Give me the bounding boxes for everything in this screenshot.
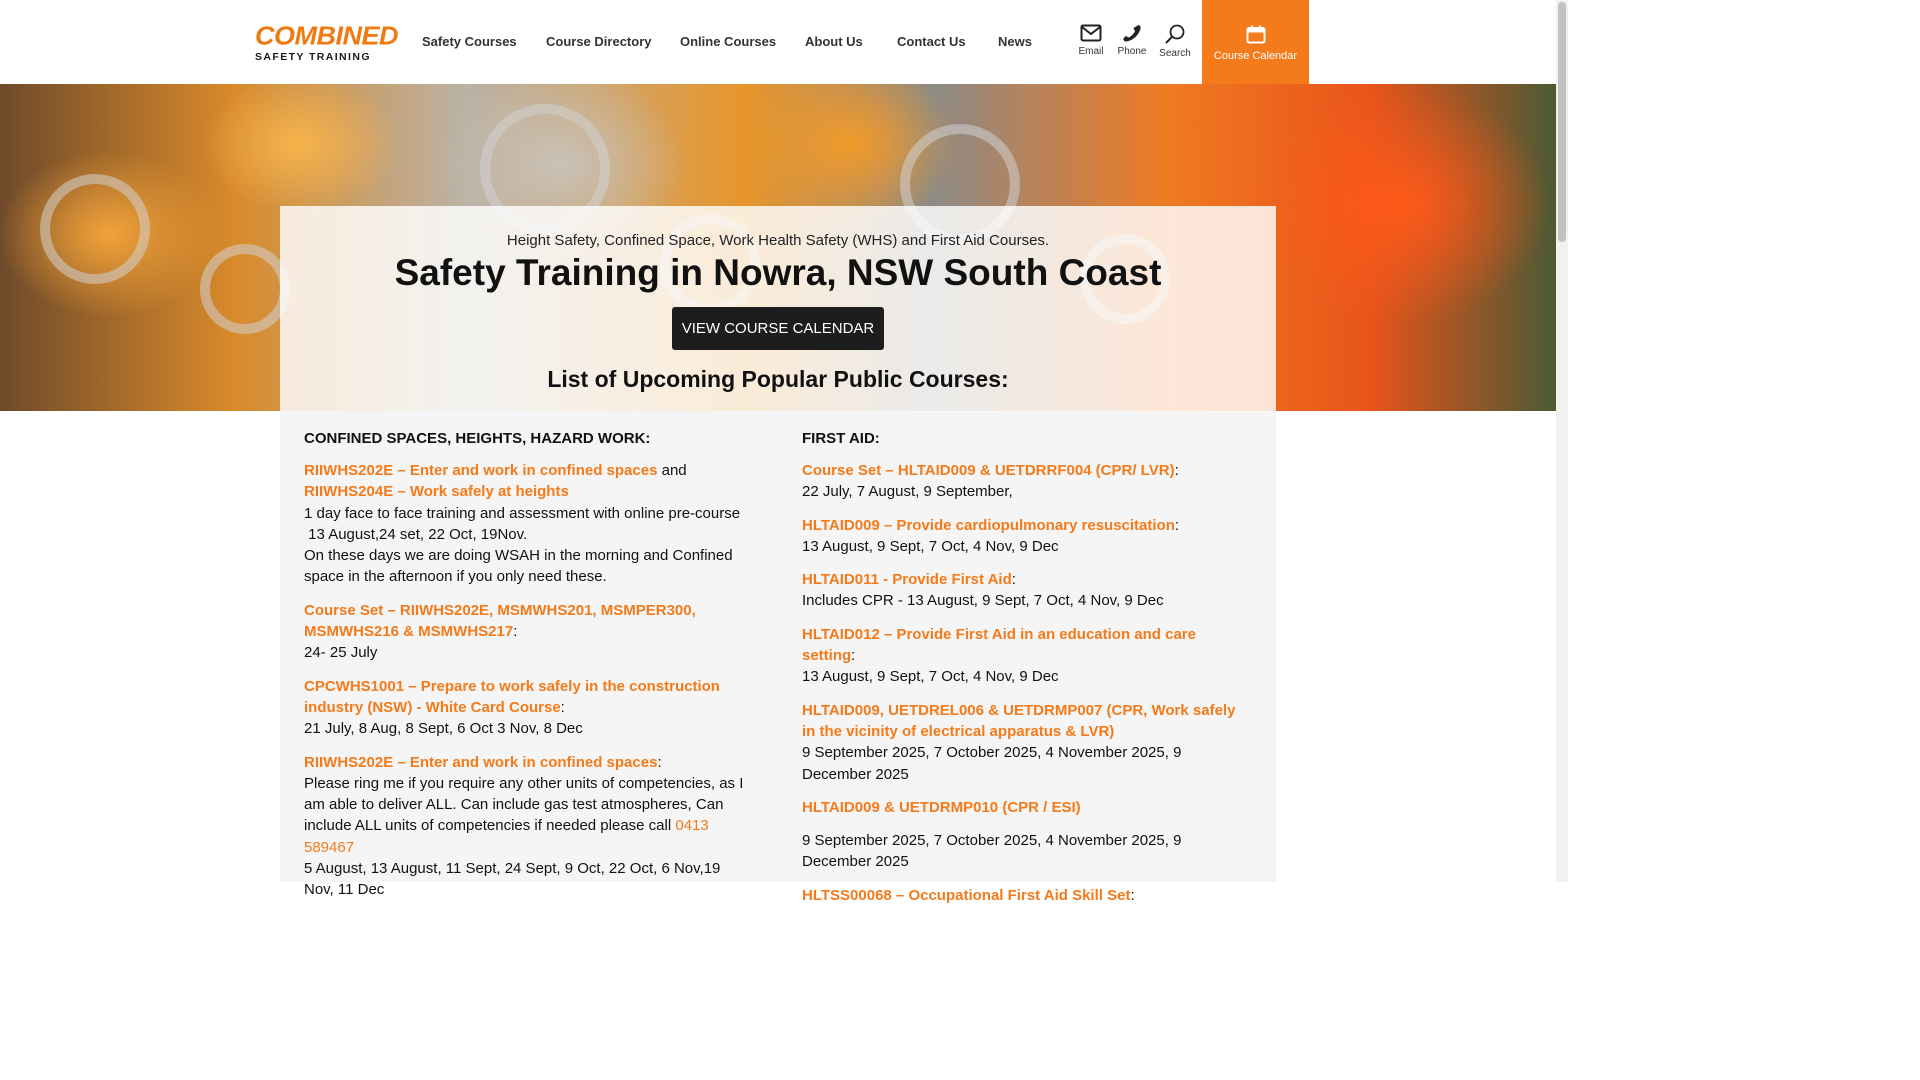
course-item: HLTAID011 - Provide First Aid: Includes … bbox=[802, 569, 1252, 612]
course-item: HLTSS00068 – Occupational First Aid Skil… bbox=[802, 886, 1135, 904]
course-link[interactable]: HLTAID011 - Provide First Aid bbox=[802, 571, 1012, 588]
phone-label: Phone bbox=[1117, 46, 1147, 57]
course-link[interactable]: Course Set – RIIWHS202E, MSMWHS201, MSMP… bbox=[304, 602, 696, 640]
course-dates: 21 July, 8 Aug, 8 Sept, 6 Oct 3 Nov, 8 D… bbox=[304, 720, 583, 738]
email-label: Email bbox=[1078, 46, 1104, 57]
confined-spaces-column: CONFINED SPACES, HEIGHTS, HAZARD WORK: R… bbox=[304, 430, 754, 913]
nav-course-directory[interactable]: Course Directory bbox=[546, 34, 651, 49]
search-icon bbox=[1165, 24, 1185, 44]
course-dates: 24- 25 July bbox=[304, 644, 378, 662]
course-list-section: CONFINED SPACES, HEIGHTS, HAZARD WORK: R… bbox=[280, 411, 1276, 904]
section-title: List of Upcoming Popular Public Courses: bbox=[547, 366, 1009, 392]
nav-contact-us[interactable]: Contact Us bbox=[897, 34, 966, 49]
course-dates: 9 September 2025, 7 October 2025, 4 Nove… bbox=[802, 832, 1182, 871]
site-header: COMBINED SAFETY TRAINING Safety Courses … bbox=[0, 0, 1556, 84]
course-item: RIIWHS202E – Enter and work in confined … bbox=[304, 460, 754, 588]
course-link[interactable]: HLTAID009 – Provide cardiopulmonary resu… bbox=[802, 517, 1175, 534]
page-scrollbar[interactable] bbox=[1556, 0, 1568, 882]
course-item: HLTAID009 & UETDRMP010 (CPR / ESI) 9 Sep… bbox=[802, 797, 1252, 873]
nav-safety-courses[interactable]: Safety Courses bbox=[422, 34, 517, 49]
logo-wordmark-bottom: SAFETY TRAINING bbox=[255, 51, 371, 63]
course-item: HLTAID009 – Provide cardiopulmonary resu… bbox=[802, 515, 1252, 558]
course-description: 1 day face to face training and assessme… bbox=[304, 504, 741, 522]
view-course-calendar-button[interactable]: VIEW COURSE CALENDAR bbox=[672, 307, 884, 350]
course-note: On these days we are doing WSAH in the m… bbox=[304, 547, 733, 586]
course-item: Course Set – HLTAID009 & UETDRRF004 (CPR… bbox=[802, 460, 1252, 503]
course-dates: 13 August, 9 Sept, 7 Oct, 4 Nov, 9 Dec bbox=[802, 668, 1059, 686]
course-link[interactable]: RIIWHS202E – Enter and work in confined … bbox=[304, 754, 657, 771]
course-link[interactable]: RIIWHS202E – Enter and work in confined … bbox=[304, 462, 657, 479]
scrollbar-thumb[interactable] bbox=[1558, 2, 1566, 242]
course-calendar-button[interactable]: Course Calendar bbox=[1202, 0, 1309, 84]
course-link[interactable]: HLTAID009, UETDREL006 & UETDRMP007 (CPR,… bbox=[802, 702, 1235, 740]
nav-about-us[interactable]: About Us bbox=[805, 34, 863, 49]
column-heading: CONFINED SPACES, HEIGHTS, HAZARD WORK: bbox=[304, 430, 651, 447]
conjunction-text: and bbox=[657, 462, 687, 479]
email-button[interactable]: Email bbox=[1071, 24, 1111, 57]
course-link[interactable]: HLTAID009 & UETDRMP010 (CPR / ESI) bbox=[802, 799, 1081, 816]
course-dates: 13 August,24 set, 22 Oct, 19Nov. bbox=[304, 525, 528, 543]
course-dates: Includes CPR - 13 August, 9 Sept, 7 Oct,… bbox=[802, 592, 1164, 610]
course-calendar-label: Course Calendar bbox=[1213, 50, 1298, 62]
course-dates: 13 August, 9 Sept, 7 Oct, 4 Nov, 9 Dec bbox=[802, 537, 1059, 555]
course-note: Please ring me if you require any other … bbox=[304, 773, 754, 858]
course-item: HLTAID012 – Provide First Aid in an educ… bbox=[802, 624, 1252, 688]
logo-wordmark-top: COMBINED bbox=[255, 21, 399, 51]
course-item: RIIWHS202E – Enter and work in confined … bbox=[304, 752, 754, 901]
page-title: Safety Training in Nowra, NSW South Coas… bbox=[394, 252, 1162, 293]
course-item: HLTAID009, UETDREL006 & UETDRMP007 (CPR,… bbox=[802, 700, 1252, 785]
course-item: CPCWHS1001 – Prepare to work safely in t… bbox=[304, 676, 754, 740]
calendar-icon bbox=[1246, 25, 1265, 44]
course-link[interactable]: HLTSS00068 – Occupational First Aid Skil… bbox=[802, 887, 1130, 904]
site-logo[interactable]: COMBINED SAFETY TRAINING bbox=[255, 21, 399, 64]
envelope-icon bbox=[1080, 24, 1102, 42]
search-label: Search bbox=[1159, 48, 1191, 59]
course-item: Course Set – RIIWHS202E, MSMWHS201, MSMP… bbox=[304, 600, 754, 664]
course-link[interactable]: CPCWHS1001 – Prepare to work safely in t… bbox=[304, 678, 720, 716]
nav-news[interactable]: News bbox=[998, 34, 1032, 49]
course-link[interactable]: RIIWHS204E – Work safely at heights bbox=[304, 483, 569, 500]
course-link[interactable]: HLTAID012 – Provide First Aid in an educ… bbox=[802, 626, 1196, 664]
course-link[interactable]: Course Set – HLTAID009 & UETDRRF004 (CPR… bbox=[802, 462, 1175, 479]
phone-icon bbox=[1123, 25, 1141, 42]
search-button[interactable]: Search bbox=[1155, 24, 1195, 59]
course-dates: 5 August, 13 August, 11 Sept, 24 Sept, 9… bbox=[304, 860, 721, 899]
course-dates: 9 September 2025, 7 October 2025, 4 Nove… bbox=[802, 744, 1182, 783]
hero-subtitle: Height Safety, Confined Space, Work Heal… bbox=[506, 232, 1050, 249]
nav-online-courses[interactable]: Online Courses bbox=[680, 34, 776, 49]
phone-button[interactable]: Phone bbox=[1112, 24, 1152, 57]
column-heading: FIRST AID: bbox=[802, 430, 880, 447]
first-aid-column: FIRST AID: Course Set – HLTAID009 & UETD… bbox=[802, 430, 1252, 918]
course-dates: 22 July, 7 August, 9 September, bbox=[802, 483, 1013, 501]
